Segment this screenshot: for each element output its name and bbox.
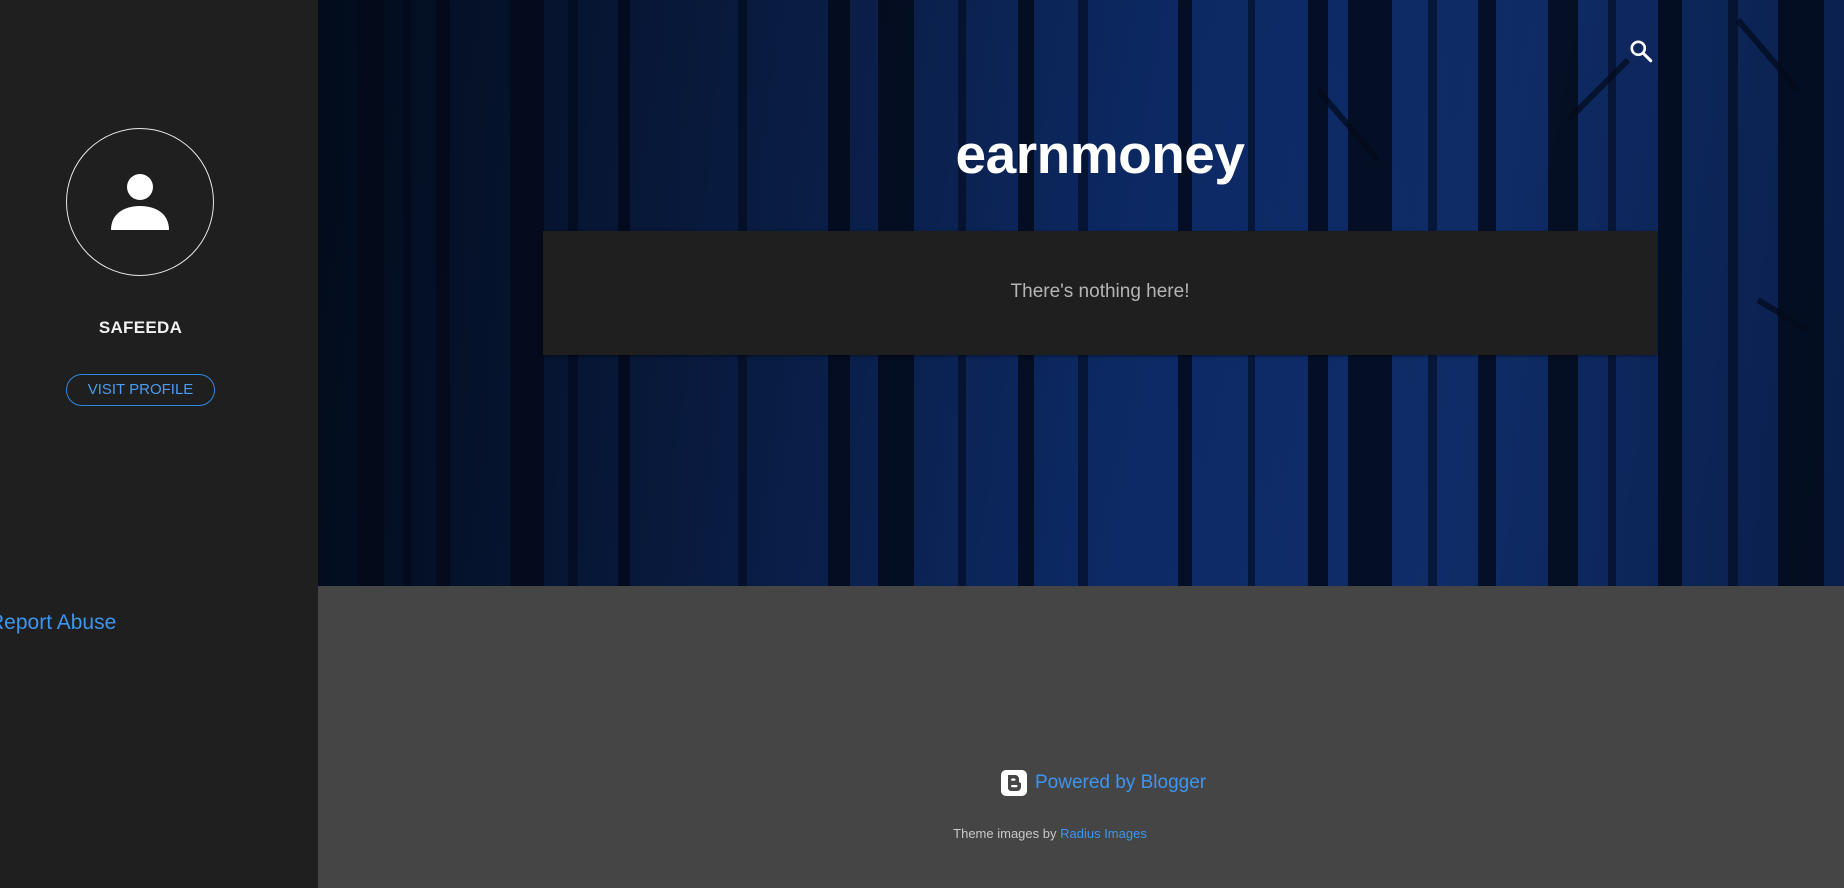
sidebar: SAFEEDA VISIT PROFILE Report Abuse	[0, 0, 318, 888]
footer: Powered by Blogger Theme images by Radiu…	[318, 586, 1844, 888]
post-content-card: There's nothing here!	[543, 231, 1657, 355]
powered-by-label: Powered by Blogger	[1035, 772, 1207, 793]
header-banner: earnmoney There's nothing here!	[318, 0, 1844, 586]
theme-credit-prefix: Theme images by	[953, 826, 1057, 841]
empty-state-message: There's nothing here!	[1010, 281, 1190, 302]
blogger-logo-icon	[1001, 770, 1027, 796]
theme-credit: Theme images by Radius Images	[318, 826, 1782, 841]
profile-name: SAFEEDA	[98, 318, 183, 337]
visit-profile-button[interactable]: VISIT PROFILE	[66, 374, 215, 406]
search-icon[interactable]	[1628, 38, 1654, 64]
report-abuse-link[interactable]: Report Abuse	[0, 611, 116, 635]
powered-by-blogger-link[interactable]: Powered by Blogger	[1001, 770, 1206, 796]
radius-images-link[interactable]: Radius Images	[1060, 826, 1147, 841]
blog-title[interactable]: earnmoney	[318, 122, 1844, 186]
user-avatar-icon	[111, 174, 169, 230]
profile-avatar[interactable]	[66, 128, 214, 276]
